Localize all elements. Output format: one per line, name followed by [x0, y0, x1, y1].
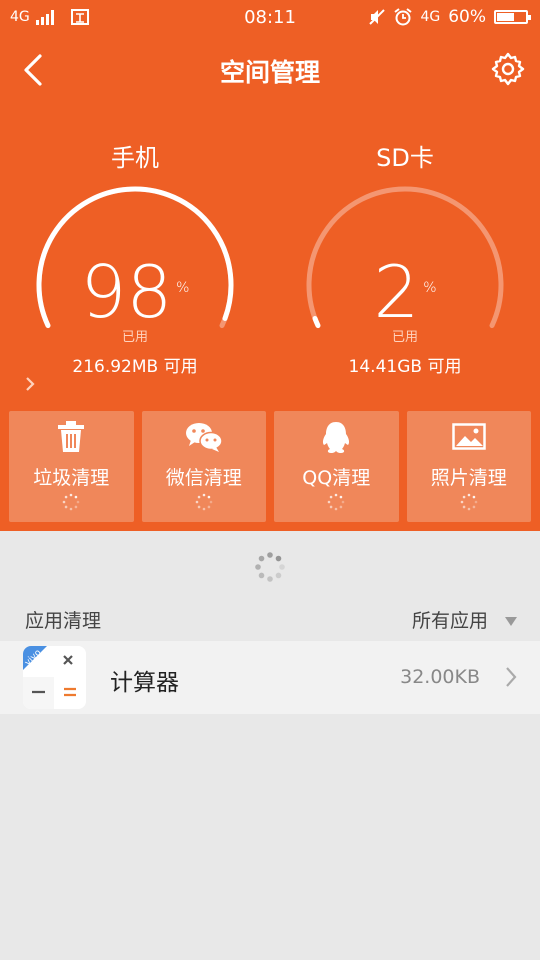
- spinner-dot: [267, 576, 273, 582]
- loading-spinner-icon: [62, 493, 80, 511]
- calculator-icon: vivo: [23, 646, 86, 709]
- filter-label: 所有应用: [411, 610, 488, 632]
- chevron-right-icon: [26, 377, 35, 391]
- wechat-icon: [185, 423, 223, 452]
- used-label: 已用: [20, 326, 250, 391]
- used-percent: 2%: [373, 250, 437, 334]
- mute-icon: [369, 9, 386, 25]
- spinner-dot: [341, 500, 345, 504]
- spinner-dot: [275, 572, 282, 579]
- spinner-dot: [207, 505, 210, 509]
- junk-cleanup-tile[interactable]: 垃圾清理: [9, 411, 134, 522]
- spinner-dot: [330, 495, 333, 499]
- spinner-dot: [472, 505, 475, 509]
- battery-percent: 60%: [448, 7, 486, 27]
- cleanup-tiles: 垃圾清理 微信清理 QQ清理 照片清理: [9, 411, 531, 522]
- spinner-dot: [474, 500, 478, 504]
- wechat-cleanup-tile[interactable]: 微信清理: [141, 411, 266, 522]
- spinner-dot: [462, 505, 466, 509]
- app-cleanup-section-header: 应用清理 所有应用: [0, 596, 540, 640]
- app-size: 32.00KB: [400, 666, 480, 688]
- loading-spinner-icon: [327, 493, 345, 511]
- spinner-dot: [69, 493, 73, 497]
- qq-icon: [323, 422, 350, 453]
- battery-icon: [494, 10, 531, 24]
- page-title: 空间管理: [219, 58, 320, 87]
- sd-storage-gauge[interactable]: SD卡 2% 已用 14.41GB 可用: [290, 130, 520, 380]
- spinner-dot: [267, 552, 273, 558]
- trash-icon: [58, 421, 85, 452]
- spinner-dot: [258, 572, 265, 579]
- network-type-right: 4G: [420, 9, 441, 25]
- loading-spinner-icon: [460, 493, 478, 511]
- spinner-dot: [202, 493, 206, 497]
- section-title: 应用清理: [25, 610, 102, 632]
- settings-gear-icon[interactable]: [490, 51, 526, 87]
- spinner-dot: [258, 555, 265, 562]
- spinner-dot: [460, 500, 464, 504]
- gauge-label: 手机: [111, 144, 159, 172]
- spinner-dot: [467, 493, 471, 497]
- header-area: 4G 08:11 4G 60% 空间管理 手机 98 % 已用 216.92MB…: [0, 0, 540, 531]
- spinner-dot: [467, 507, 471, 511]
- spinner-dot: [74, 505, 78, 509]
- tile-label: 垃圾清理: [33, 467, 110, 489]
- alarm-icon: [394, 8, 413, 26]
- used-percent: 98%: [80, 250, 190, 334]
- used-label: 已用: [391, 330, 418, 345]
- spinner-dot: [74, 495, 78, 499]
- spinner-dot: [65, 505, 68, 509]
- available-space: 216.92MB 可用: [72, 357, 198, 377]
- available-space: 14.41GB 可用: [348, 357, 462, 377]
- spinner-dot: [69, 507, 73, 511]
- spinner-dot: [207, 495, 210, 499]
- app-list-item[interactable]: vivo 计算器 32.00KB: [0, 641, 540, 714]
- photo-cleanup-tile[interactable]: 照片清理: [406, 411, 531, 522]
- spinner-dot: [76, 500, 80, 504]
- spinner-dot: [334, 507, 338, 511]
- loading-spinner-icon: [195, 493, 213, 511]
- spinner-dot: [275, 555, 282, 562]
- spinner-dot: [62, 500, 66, 504]
- status-bar: 4G 08:11 4G 60%: [0, 0, 540, 34]
- spinner-dot: [255, 564, 261, 570]
- spinner-dot: [330, 505, 333, 509]
- spinner-dot: [472, 495, 475, 499]
- spinner-dot: [197, 495, 201, 499]
- tile-label: 照片清理: [430, 467, 507, 489]
- spinner-dot: [327, 500, 331, 504]
- spinner-dot: [339, 495, 343, 499]
- qq-cleanup-tile[interactable]: QQ清理: [274, 411, 399, 522]
- photo-icon: [452, 423, 486, 450]
- app-name: 计算器: [110, 670, 179, 696]
- spinner-dot: [339, 505, 343, 509]
- spinner-dot: [209, 500, 213, 504]
- nav-bar: 空间管理: [0, 36, 540, 102]
- spinner-dot: [65, 495, 68, 499]
- tile-label: QQ清理: [302, 467, 371, 489]
- spinner-dot: [197, 505, 201, 509]
- phone-storage-gauge[interactable]: 手机 98% 已用 216.92MB 可用: [20, 130, 250, 391]
- spinner-dot: [195, 500, 199, 504]
- app-filter-dropdown[interactable]: 所有应用: [412, 606, 518, 633]
- spinner-dot: [334, 493, 338, 497]
- triangle-down-icon: [505, 617, 517, 626]
- chevron-right-icon: [506, 667, 517, 687]
- spinner-dot: [202, 507, 206, 511]
- loading-spinner-icon: [255, 552, 285, 582]
- spinner-dot: [279, 564, 285, 570]
- gauge-label: SD卡: [376, 144, 434, 172]
- spinner-dot: [462, 495, 466, 499]
- tile-label: 微信清理: [165, 467, 242, 489]
